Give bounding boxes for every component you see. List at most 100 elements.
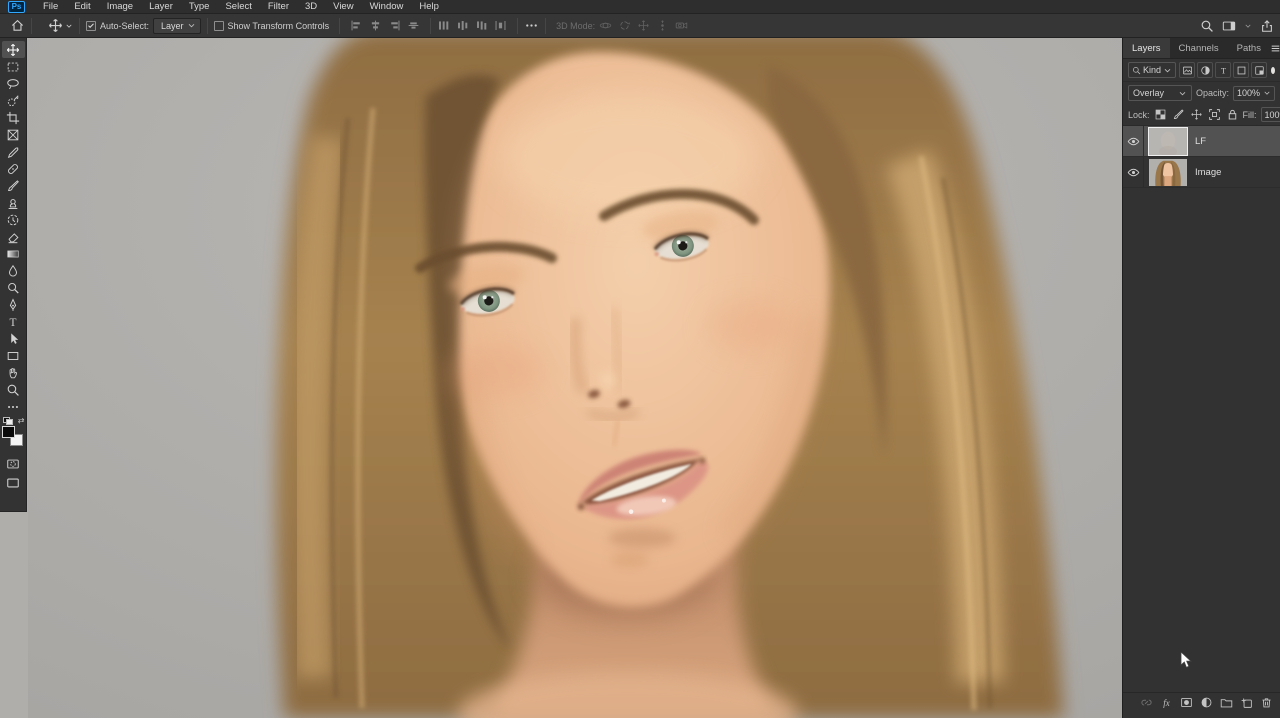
dodge-tool[interactable] (2, 279, 25, 296)
menu-image[interactable]: Image (99, 0, 141, 14)
menu-layer[interactable]: Layer (141, 0, 181, 14)
3d-pan-icon[interactable] (637, 19, 650, 32)
separator (545, 18, 546, 34)
history-brush-tool[interactable] (2, 211, 25, 228)
menu-3d[interactable]: 3D (297, 0, 325, 14)
lasso-tool[interactable] (2, 75, 25, 92)
opacity-value-dropdown[interactable]: 100% (1233, 86, 1275, 101)
layer-thumbnail[interactable] (1149, 128, 1187, 155)
3d-slide-icon[interactable] (656, 19, 669, 32)
filter-type-icon[interactable] (1215, 62, 1231, 78)
fill-value-dropdown[interactable]: 100% (1261, 107, 1280, 122)
spot-healing-tool[interactable] (2, 160, 25, 177)
path-selection-tool[interactable] (2, 330, 25, 347)
menu-help[interactable]: Help (411, 0, 447, 14)
filter-smart-icon[interactable] (1251, 62, 1267, 78)
align-horizontal-centers-icon[interactable] (369, 19, 382, 32)
auto-select-checkbox[interactable] (86, 21, 96, 31)
visibility-eye-icon[interactable] (1123, 126, 1144, 156)
layer-name[interactable]: LF (1195, 136, 1206, 147)
menu-window[interactable]: Window (362, 0, 412, 14)
auto-select-target-dropdown[interactable]: Layer (153, 18, 201, 34)
share-icon[interactable] (1260, 19, 1274, 33)
tool-preset-picker[interactable] (48, 18, 73, 33)
layer-row-image[interactable]: Image (1123, 157, 1280, 188)
delete-layer-icon[interactable] (1260, 696, 1273, 709)
layer-name[interactable]: Image (1195, 167, 1221, 178)
rectangle-tool[interactable] (2, 347, 25, 364)
show-transform-checkbox[interactable] (214, 21, 224, 31)
new-group-icon[interactable] (1220, 696, 1233, 709)
menu-edit[interactable]: Edit (66, 0, 98, 14)
eyedropper-tool[interactable] (2, 143, 25, 160)
align-left-edges-icon[interactable] (350, 19, 363, 32)
add-mask-icon[interactable] (1180, 696, 1193, 709)
photoshop-logo[interactable]: Ps (8, 1, 25, 13)
type-tool[interactable] (2, 313, 25, 330)
foreground-color-swatch[interactable] (2, 426, 15, 438)
swap-colors-icon[interactable]: ⇄ (18, 416, 25, 425)
filter-toggle-icon[interactable] (1271, 67, 1275, 74)
lock-pixels-icon[interactable] (1172, 108, 1185, 121)
menu-file[interactable]: File (35, 0, 66, 14)
blur-tool[interactable] (2, 262, 25, 279)
3d-orbit-icon[interactable] (599, 19, 612, 32)
pen-tool[interactable] (2, 296, 25, 313)
3d-roll-icon[interactable] (618, 19, 631, 32)
filter-adjustment-icon (1200, 65, 1211, 76)
tab-layers[interactable]: Layers (1123, 38, 1170, 58)
canvas-area[interactable] (0, 38, 1122, 718)
more-options-button[interactable] (524, 18, 539, 33)
link-layers-icon[interactable] (1140, 696, 1153, 709)
tab-channels[interactable]: Channels (1170, 38, 1228, 58)
distribute-right-icon[interactable] (475, 19, 488, 32)
lock-position-icon[interactable] (1190, 108, 1203, 121)
home-icon[interactable] (10, 18, 25, 33)
distribute-spacing-icon[interactable] (494, 19, 507, 32)
menu-view[interactable]: View (325, 0, 361, 14)
panel-menu-icon[interactable] (1270, 38, 1280, 58)
clone-stamp-tool[interactable] (2, 194, 25, 211)
marquee-tool[interactable] (2, 58, 25, 75)
ellipsis-icon (6, 400, 20, 414)
distribute-center-icon[interactable] (456, 19, 469, 32)
filter-kind-dropdown[interactable]: Kind (1128, 62, 1176, 78)
filter-pixel-layers-icon[interactable] (1179, 62, 1195, 78)
lock-transparent-icon[interactable] (1154, 108, 1167, 121)
menu-type[interactable]: Type (181, 0, 218, 14)
align-vertical-centers-icon[interactable] (407, 19, 420, 32)
move-tool[interactable] (2, 41, 25, 58)
align-right-edges-icon[interactable] (388, 19, 401, 32)
3d-zoom-icon[interactable] (675, 19, 688, 32)
edit-toolbar-button[interactable] (2, 398, 25, 415)
eraser-tool[interactable] (2, 228, 25, 245)
frame-tool[interactable] (2, 126, 25, 143)
filter-adjustment-icon[interactable] (1197, 62, 1213, 78)
gradient-tool[interactable] (2, 245, 25, 262)
layer-thumbnail[interactable] (1149, 159, 1187, 186)
screen-mode-button[interactable] (2, 474, 25, 491)
quick-selection-tool[interactable] (2, 92, 25, 109)
distribute-left-icon[interactable] (437, 19, 450, 32)
chevron-down-icon[interactable] (1244, 22, 1252, 30)
menu-filter[interactable]: Filter (260, 0, 297, 14)
lock-all-icon[interactable] (1226, 108, 1239, 121)
layer-style-icon[interactable] (1160, 696, 1173, 709)
hand-tool[interactable] (2, 364, 25, 381)
lock-artboard-icon[interactable] (1208, 108, 1221, 121)
menu-select[interactable]: Select (217, 0, 259, 14)
zoom-tool[interactable] (2, 381, 25, 398)
search-icon[interactable] (1200, 19, 1214, 33)
quick-mask-button[interactable] (2, 455, 25, 472)
visibility-eye-icon[interactable] (1123, 157, 1144, 187)
blend-mode-dropdown[interactable]: Overlay (1128, 85, 1192, 101)
workspace-icon[interactable] (1222, 19, 1236, 33)
new-layer-icon[interactable] (1240, 696, 1253, 709)
filter-shape-icon[interactable] (1233, 62, 1249, 78)
gradient-icon (6, 247, 20, 261)
crop-tool[interactable] (2, 109, 25, 126)
layer-row-lf[interactable]: LF (1123, 126, 1280, 157)
brush-tool[interactable] (2, 177, 25, 194)
tab-paths[interactable]: Paths (1228, 38, 1270, 58)
adjustment-layer-icon[interactable] (1200, 696, 1213, 709)
